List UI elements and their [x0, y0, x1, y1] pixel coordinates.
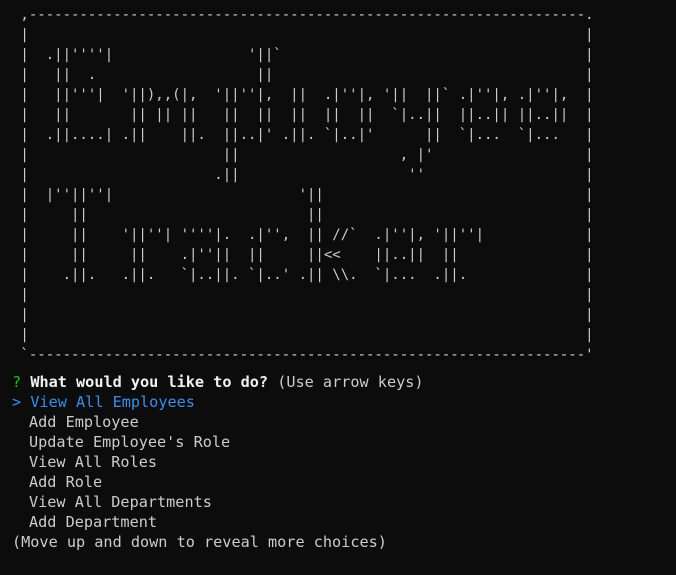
- ascii-banner: ,---------------------------------------…: [12, 5, 672, 365]
- menu-item-label: Add Department: [29, 513, 158, 531]
- terminal-window: ,---------------------------------------…: [12, 5, 672, 552]
- menu-item-label: View All Roles: [29, 453, 158, 471]
- menu-item-label: View All Employees: [30, 393, 195, 411]
- menu-footer-hint: (Move up and down to reveal more choices…: [12, 533, 387, 551]
- menu-item[interactable]: Add Employee: [12, 412, 672, 432]
- banner-line: | || '||''| ''''|. .|'', || //` .|''|, '…: [12, 227, 594, 243]
- menu-item-label: Add Role: [29, 473, 103, 491]
- banner-line: | .||. .||. `|..||. `|..' .|| \\. `|... …: [12, 267, 594, 283]
- banner-line: | |: [12, 307, 594, 323]
- menu-item[interactable]: Update Employee's Role: [12, 432, 672, 452]
- pointer-icon: >: [12, 393, 22, 411]
- banner-line: | || . || |: [12, 67, 594, 83]
- menu-item[interactable]: Add Role: [12, 472, 672, 492]
- banner-line: | ||'''| '||),,(|, '||''|, || .|''|, '||…: [12, 87, 594, 103]
- banner-line: | |: [12, 27, 594, 43]
- menu-item-label: Update Employee's Role: [29, 433, 231, 451]
- question-mark-icon: ?: [12, 373, 22, 391]
- prompt-hint: (Use arrow keys): [277, 373, 424, 391]
- prompt-menu: ? What would you like to do? (Use arrow …: [12, 372, 672, 552]
- menu-item[interactable]: Add Department: [12, 512, 672, 532]
- banner-line: | |''||''| '|| |: [12, 187, 594, 203]
- banner-line: | .||''''| '||` |: [12, 47, 594, 63]
- menu-item-label: View All Departments: [29, 493, 212, 511]
- banner-line: | |: [12, 287, 594, 303]
- banner-line: | |: [12, 327, 594, 343]
- banner-line: | .|| '' |: [12, 167, 594, 183]
- banner-line: | || || .|''|| || ||<< ||..|| || |: [12, 247, 594, 263]
- banner-line: ,---------------------------------------…: [12, 7, 594, 23]
- banner-line: | || || |: [12, 207, 594, 223]
- menu-item-label: Add Employee: [29, 413, 139, 431]
- menu-item-selected[interactable]: > View All Employees: [12, 392, 672, 412]
- menu-item[interactable]: View All Roles: [12, 452, 672, 472]
- prompt-question: What would you like to do?: [30, 373, 269, 391]
- banner-line: | .||....| .|| ||. ||..|' .||. `|..|' ||…: [12, 127, 594, 143]
- menu-item[interactable]: View All Departments: [12, 492, 672, 512]
- prompt-line: ? What would you like to do? (Use arrow …: [12, 372, 672, 392]
- banner-line: | || , |' |: [12, 147, 594, 163]
- banner-line: `---------------------------------------…: [12, 347, 594, 363]
- banner-line: | || || || || || || || || || `|..|| ||..…: [12, 107, 594, 123]
